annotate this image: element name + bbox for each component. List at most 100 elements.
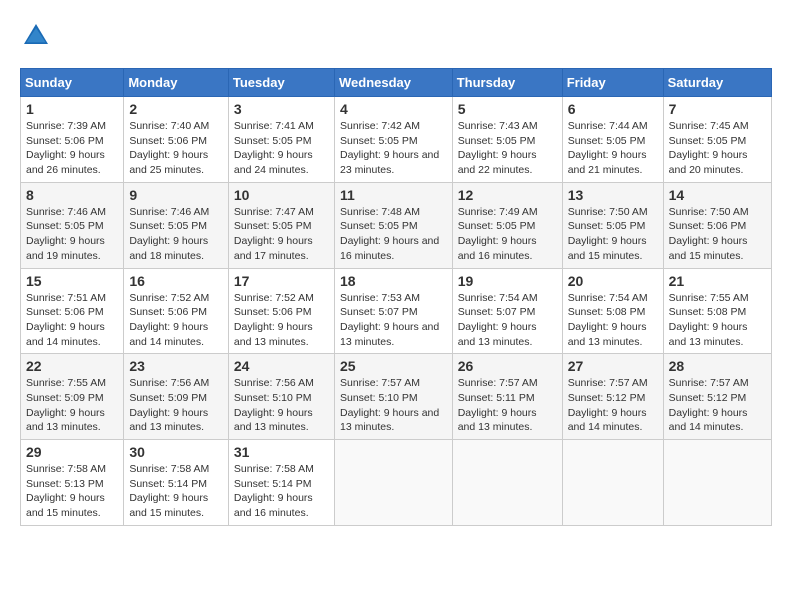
day-number: 25 (340, 358, 447, 374)
day-number: 10 (234, 187, 329, 203)
day-info: Sunrise: 7:50 AMSunset: 5:05 PMDaylight:… (568, 205, 658, 264)
day-header-friday: Friday (562, 69, 663, 97)
day-info: Sunrise: 7:54 AMSunset: 5:07 PMDaylight:… (458, 291, 557, 350)
day-info: Sunrise: 7:44 AMSunset: 5:05 PMDaylight:… (568, 119, 658, 178)
day-info: Sunrise: 7:40 AMSunset: 5:06 PMDaylight:… (129, 119, 223, 178)
day-cell: 5 Sunrise: 7:43 AMSunset: 5:05 PMDayligh… (452, 97, 562, 183)
day-cell: 15 Sunrise: 7:51 AMSunset: 5:06 PMDaylig… (21, 268, 124, 354)
calendar-table: SundayMondayTuesdayWednesdayThursdayFrid… (20, 68, 772, 526)
day-header-saturday: Saturday (663, 69, 771, 97)
day-info: Sunrise: 7:58 AMSunset: 5:13 PMDaylight:… (26, 462, 118, 521)
day-number: 23 (129, 358, 223, 374)
day-number: 6 (568, 101, 658, 117)
day-info: Sunrise: 7:56 AMSunset: 5:09 PMDaylight:… (129, 376, 223, 435)
day-cell: 20 Sunrise: 7:54 AMSunset: 5:08 PMDaylig… (562, 268, 663, 354)
day-header-wednesday: Wednesday (334, 69, 452, 97)
day-number: 22 (26, 358, 118, 374)
day-cell: 4 Sunrise: 7:42 AMSunset: 5:05 PMDayligh… (334, 97, 452, 183)
day-number: 27 (568, 358, 658, 374)
day-number: 17 (234, 273, 329, 289)
day-info: Sunrise: 7:42 AMSunset: 5:05 PMDaylight:… (340, 119, 447, 178)
day-number: 8 (26, 187, 118, 203)
day-cell: 9 Sunrise: 7:46 AMSunset: 5:05 PMDayligh… (124, 182, 229, 268)
week-row-3: 15 Sunrise: 7:51 AMSunset: 5:06 PMDaylig… (21, 268, 772, 354)
day-cell: 10 Sunrise: 7:47 AMSunset: 5:05 PMDaylig… (228, 182, 334, 268)
day-cell: 13 Sunrise: 7:50 AMSunset: 5:05 PMDaylig… (562, 182, 663, 268)
day-number: 29 (26, 444, 118, 460)
day-cell (562, 440, 663, 526)
day-cell: 28 Sunrise: 7:57 AMSunset: 5:12 PMDaylig… (663, 354, 771, 440)
day-info: Sunrise: 7:39 AMSunset: 5:06 PMDaylight:… (26, 119, 118, 178)
day-info: Sunrise: 7:43 AMSunset: 5:05 PMDaylight:… (458, 119, 557, 178)
day-cell: 8 Sunrise: 7:46 AMSunset: 5:05 PMDayligh… (21, 182, 124, 268)
week-row-4: 22 Sunrise: 7:55 AMSunset: 5:09 PMDaylig… (21, 354, 772, 440)
day-number: 28 (669, 358, 766, 374)
day-cell (334, 440, 452, 526)
day-header-thursday: Thursday (452, 69, 562, 97)
day-cell: 12 Sunrise: 7:49 AMSunset: 5:05 PMDaylig… (452, 182, 562, 268)
logo-icon (20, 20, 52, 52)
day-number: 30 (129, 444, 223, 460)
day-cell: 23 Sunrise: 7:56 AMSunset: 5:09 PMDaylig… (124, 354, 229, 440)
day-cell: 31 Sunrise: 7:58 AMSunset: 5:14 PMDaylig… (228, 440, 334, 526)
day-info: Sunrise: 7:57 AMSunset: 5:10 PMDaylight:… (340, 376, 447, 435)
day-info: Sunrise: 7:48 AMSunset: 5:05 PMDaylight:… (340, 205, 447, 264)
day-cell: 21 Sunrise: 7:55 AMSunset: 5:08 PMDaylig… (663, 268, 771, 354)
day-cell (452, 440, 562, 526)
day-info: Sunrise: 7:58 AMSunset: 5:14 PMDaylight:… (234, 462, 329, 521)
week-row-5: 29 Sunrise: 7:58 AMSunset: 5:13 PMDaylig… (21, 440, 772, 526)
day-cell: 18 Sunrise: 7:53 AMSunset: 5:07 PMDaylig… (334, 268, 452, 354)
day-cell: 26 Sunrise: 7:57 AMSunset: 5:11 PMDaylig… (452, 354, 562, 440)
day-number: 4 (340, 101, 447, 117)
day-cell (663, 440, 771, 526)
day-header-tuesday: Tuesday (228, 69, 334, 97)
day-number: 5 (458, 101, 557, 117)
day-number: 18 (340, 273, 447, 289)
day-number: 24 (234, 358, 329, 374)
day-info: Sunrise: 7:58 AMSunset: 5:14 PMDaylight:… (129, 462, 223, 521)
day-number: 14 (669, 187, 766, 203)
day-info: Sunrise: 7:45 AMSunset: 5:05 PMDaylight:… (669, 119, 766, 178)
day-number: 20 (568, 273, 658, 289)
day-cell: 2 Sunrise: 7:40 AMSunset: 5:06 PMDayligh… (124, 97, 229, 183)
day-info: Sunrise: 7:56 AMSunset: 5:10 PMDaylight:… (234, 376, 329, 435)
day-number: 13 (568, 187, 658, 203)
day-number: 9 (129, 187, 223, 203)
day-number: 11 (340, 187, 447, 203)
day-number: 21 (669, 273, 766, 289)
day-info: Sunrise: 7:54 AMSunset: 5:08 PMDaylight:… (568, 291, 658, 350)
days-header-row: SundayMondayTuesdayWednesdayThursdayFrid… (21, 69, 772, 97)
day-info: Sunrise: 7:46 AMSunset: 5:05 PMDaylight:… (129, 205, 223, 264)
day-number: 26 (458, 358, 557, 374)
day-number: 2 (129, 101, 223, 117)
logo (20, 20, 56, 52)
day-cell: 1 Sunrise: 7:39 AMSunset: 5:06 PMDayligh… (21, 97, 124, 183)
day-cell: 11 Sunrise: 7:48 AMSunset: 5:05 PMDaylig… (334, 182, 452, 268)
day-cell: 25 Sunrise: 7:57 AMSunset: 5:10 PMDaylig… (334, 354, 452, 440)
day-info: Sunrise: 7:57 AMSunset: 5:11 PMDaylight:… (458, 376, 557, 435)
day-info: Sunrise: 7:47 AMSunset: 5:05 PMDaylight:… (234, 205, 329, 264)
day-header-sunday: Sunday (21, 69, 124, 97)
day-cell: 24 Sunrise: 7:56 AMSunset: 5:10 PMDaylig… (228, 354, 334, 440)
day-cell: 3 Sunrise: 7:41 AMSunset: 5:05 PMDayligh… (228, 97, 334, 183)
header (20, 20, 772, 52)
day-number: 31 (234, 444, 329, 460)
day-cell: 19 Sunrise: 7:54 AMSunset: 5:07 PMDaylig… (452, 268, 562, 354)
day-info: Sunrise: 7:57 AMSunset: 5:12 PMDaylight:… (568, 376, 658, 435)
day-cell: 7 Sunrise: 7:45 AMSunset: 5:05 PMDayligh… (663, 97, 771, 183)
day-cell: 6 Sunrise: 7:44 AMSunset: 5:05 PMDayligh… (562, 97, 663, 183)
day-number: 16 (129, 273, 223, 289)
day-info: Sunrise: 7:51 AMSunset: 5:06 PMDaylight:… (26, 291, 118, 350)
day-info: Sunrise: 7:52 AMSunset: 5:06 PMDaylight:… (234, 291, 329, 350)
day-cell: 30 Sunrise: 7:58 AMSunset: 5:14 PMDaylig… (124, 440, 229, 526)
day-cell: 27 Sunrise: 7:57 AMSunset: 5:12 PMDaylig… (562, 354, 663, 440)
day-info: Sunrise: 7:41 AMSunset: 5:05 PMDaylight:… (234, 119, 329, 178)
day-number: 1 (26, 101, 118, 117)
day-cell: 17 Sunrise: 7:52 AMSunset: 5:06 PMDaylig… (228, 268, 334, 354)
week-row-2: 8 Sunrise: 7:46 AMSunset: 5:05 PMDayligh… (21, 182, 772, 268)
day-number: 15 (26, 273, 118, 289)
day-info: Sunrise: 7:55 AMSunset: 5:09 PMDaylight:… (26, 376, 118, 435)
day-info: Sunrise: 7:49 AMSunset: 5:05 PMDaylight:… (458, 205, 557, 264)
day-cell: 29 Sunrise: 7:58 AMSunset: 5:13 PMDaylig… (21, 440, 124, 526)
day-number: 3 (234, 101, 329, 117)
